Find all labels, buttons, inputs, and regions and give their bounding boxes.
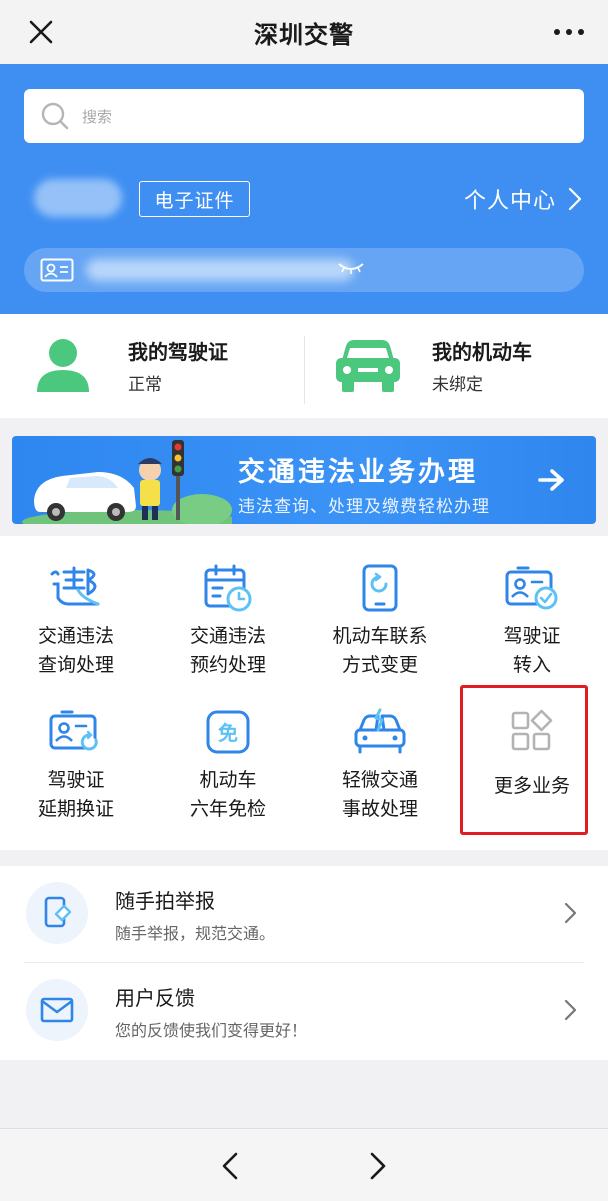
license-renew-icon (49, 710, 98, 751)
browser-bottom-bar (0, 1128, 608, 1201)
list-item-subtitle: 您的反馈使我们变得更好！ (115, 1021, 308, 1040)
my-license-card[interactable]: 我的驾驶证 正常 (0, 314, 304, 418)
phone-refresh-icon (362, 564, 398, 612)
back-arrow-icon[interactable] (218, 1151, 242, 1181)
service-label: 轻微交通 事故处理 (341, 769, 418, 820)
search-input[interactable]: 搜索 (24, 89, 584, 143)
list-item-subtitle: 随手举报，规范交通。 (115, 924, 276, 943)
service-label: 机动车联系 方式变更 (332, 625, 428, 676)
vehicle-card-status: 未绑定 (432, 375, 483, 395)
service-minor-accident[interactable]: 轻微交通 事故处理 (304, 708, 456, 824)
calendar-icon (204, 564, 252, 612)
chevron-right-icon (568, 187, 582, 211)
phone-report-icon (44, 896, 72, 928)
car-accident-icon (354, 708, 406, 754)
search-icon (41, 102, 69, 130)
account-header: 搜索 电子证件 个人中心 (0, 64, 608, 314)
close-icon[interactable] (26, 17, 56, 47)
mail-icon (40, 997, 74, 1023)
service-violation-query[interactable]: 交通违法 查询处理 (0, 564, 152, 680)
service-license-renewal[interactable]: 驾驶证 延期换证 (0, 708, 152, 824)
service-six-year-exemption[interactable]: 免 机动车 六年免检 (152, 708, 304, 824)
car-icon (336, 340, 400, 392)
service-label: 驾驶证 延期换证 (37, 769, 114, 820)
photo-report-icon-circle (26, 882, 88, 944)
service-label: 机动车 六年免检 (189, 769, 266, 820)
electronic-certificate-button[interactable]: 电子证件 (139, 181, 250, 217)
chevron-right-icon (564, 999, 577, 1021)
service-label: 驾驶证 转入 (503, 625, 561, 676)
feature-list: 随手拍举报 随手举报，规范交通。 用户反馈 您的反馈使我们变得更好！ (0, 866, 608, 1060)
personal-center-label: 个人中心 (463, 189, 556, 214)
user-name-blurred (34, 179, 122, 217)
page: 深圳交警 搜索 电子证件 个人中心 我的驾驶证 正常 我的机动车 未绑定 交通违… (0, 0, 608, 1201)
exempt-icon: 免 (206, 710, 250, 754)
service-violation-appointment[interactable]: 交通违法 预约处理 (152, 564, 304, 680)
license-card-title: 我的驾驶证 (128, 340, 228, 364)
top-bar: 深圳交警 (0, 0, 608, 64)
list-item-feedback[interactable]: 用户反馈 您的反馈使我们变得更好！ (24, 963, 584, 1059)
service-contact-change[interactable]: 机动车联系 方式变更 (304, 564, 456, 680)
service-label: 交通违法 查询处理 (37, 625, 114, 676)
violation-icon (50, 566, 100, 606)
chevron-right-icon (564, 902, 577, 924)
eye-closed-icon[interactable] (336, 258, 366, 278)
highlight-box (460, 685, 588, 835)
id-number-bar[interactable] (24, 248, 584, 292)
banner-subtitle: 违法查询、处理及缴费轻松办理 (238, 497, 490, 517)
id-card-icon (40, 258, 74, 282)
list-item-title: 随手拍举报 (115, 889, 215, 913)
my-vehicle-card[interactable]: 我的机动车 未绑定 (304, 314, 608, 418)
vehicle-card-title: 我的机动车 (432, 340, 532, 364)
banner-illustration (22, 440, 232, 524)
license-vehicle-cards: 我的驾驶证 正常 我的机动车 未绑定 (0, 314, 608, 418)
arrow-right-icon (538, 469, 564, 491)
id-number-blurred (86, 259, 354, 281)
license-transfer-icon (505, 566, 558, 610)
page-title: 深圳交警 (254, 20, 354, 49)
license-card-status: 正常 (128, 375, 162, 395)
service-label: 交通违法 预约处理 (189, 625, 266, 676)
feedback-icon-circle (26, 979, 88, 1041)
svg-text:免: 免 (218, 721, 238, 745)
more-options-icon[interactable] (552, 20, 586, 44)
personal-center-link[interactable]: 个人中心 (464, 181, 582, 217)
forward-arrow-icon[interactable] (366, 1151, 390, 1181)
list-item-title: 用户反馈 (115, 986, 195, 1010)
search-placeholder: 搜索 (82, 107, 113, 126)
list-item-photo-report[interactable]: 随手拍举报 随手举报，规范交通。 (24, 866, 584, 963)
banner-title: 交通违法业务办理 (238, 457, 478, 488)
traffic-violation-banner[interactable]: 交通违法业务办理 违法查询、处理及缴费轻松办理 (12, 436, 596, 524)
service-license-transfer-in[interactable]: 驾驶证 转入 (456, 564, 608, 680)
person-icon (37, 339, 89, 392)
